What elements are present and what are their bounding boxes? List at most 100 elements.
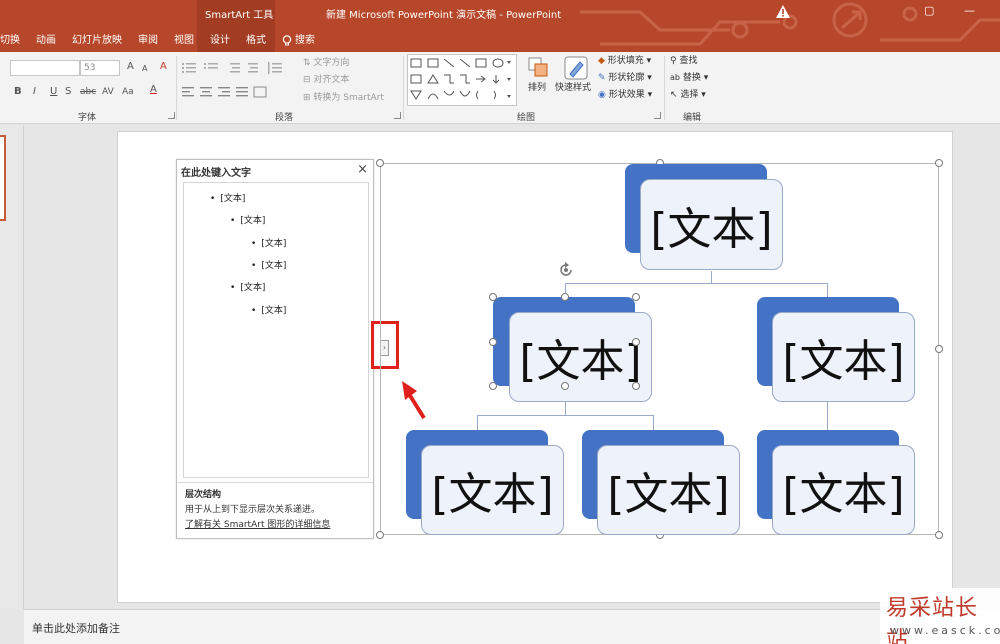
shape-outline-button[interactable]: ✎ 形状轮廓 ▾	[598, 71, 652, 85]
smartart-text-pane[interactable]: 在此处键入文字 × [文本] [文本] [文本] [文本] [文本] [文本] …	[176, 159, 374, 539]
font-size-field[interactable]: 53	[80, 60, 120, 76]
connector-line	[477, 415, 653, 416]
font-dialog-launcher-icon[interactable]	[168, 112, 175, 119]
tab-view[interactable]: 视图	[166, 30, 202, 52]
shape-fill-button[interactable]: ◆ 形状填充 ▾	[598, 54, 651, 68]
tab-format[interactable]: 格式	[238, 30, 274, 52]
shrink-font-icon[interactable]: A	[142, 62, 147, 76]
align-text-button[interactable]: ⊟ 对齐文本	[303, 73, 349, 87]
list-item[interactable]: [文本]	[251, 258, 286, 271]
shape-effects-button[interactable]: ◉ 形状效果 ▾	[598, 88, 652, 102]
node-text[interactable]: [文本]	[640, 179, 783, 270]
drawing-dialog-launcher-icon[interactable]	[654, 112, 661, 119]
notes-pane[interactable]: 单击此处添加备注	[24, 609, 1000, 644]
group-separator	[403, 56, 404, 120]
tab-design[interactable]: 设计	[202, 30, 238, 52]
group-separator	[664, 56, 665, 120]
node-resize-handle[interactable]	[632, 338, 640, 346]
align-buttons-icon[interactable]	[182, 86, 292, 98]
list-item[interactable]: [文本]	[230, 213, 265, 226]
text-pane-list[interactable]: [文本] [文本] [文本] [文本] [文本] [文本]	[183, 182, 369, 478]
list-item[interactable]: [文本]	[251, 303, 286, 316]
list-buttons-icon[interactable]	[182, 61, 292, 75]
shapes-gallery[interactable]	[407, 54, 517, 106]
underline-button[interactable]: U	[50, 85, 57, 99]
node-resize-handle[interactable]	[489, 382, 497, 390]
slide-thumbnail[interactable]	[0, 135, 6, 221]
tab-slideshow[interactable]: 幻灯片放映	[64, 30, 130, 52]
search-icon: ⚲	[670, 56, 677, 66]
grow-font-icon[interactable]: A	[127, 60, 134, 74]
bold-button[interactable]: B	[14, 85, 22, 99]
clear-format-icon[interactable]: A	[160, 60, 167, 74]
node-text[interactable]: [文本]	[772, 312, 915, 402]
node-resize-handle[interactable]	[561, 293, 569, 301]
find-button[interactable]: ⚲ 查找	[670, 54, 697, 68]
node-text[interactable]: [文本]	[421, 445, 564, 535]
shapes-gallery-icon	[410, 58, 511, 100]
node-resize-handle[interactable]	[489, 338, 497, 346]
layout-info: 层次结构 用于从上到下显示层次关系递进。 了解有关 SmartArt 图形的详细…	[177, 482, 373, 538]
tab-animations[interactable]: 动画	[28, 30, 64, 52]
node-resize-handle[interactable]	[632, 382, 640, 390]
rotate-handle-icon[interactable]	[556, 260, 576, 280]
group-separator	[176, 56, 177, 120]
resize-handle[interactable]	[935, 531, 943, 539]
layout-description: 用于从上到下显示层次关系递进。	[185, 505, 321, 515]
resize-handle[interactable]	[376, 531, 384, 539]
connector-line	[653, 415, 654, 430]
tab-search[interactable]: 搜索	[274, 30, 323, 52]
list-item[interactable]: [文本]	[210, 191, 245, 204]
watermark-url: www.easck.com	[890, 624, 1000, 637]
node-text[interactable]: [文本]	[772, 445, 915, 535]
font-name-field[interactable]	[10, 60, 80, 76]
restore-ribbon-icon[interactable]: ▢	[924, 4, 934, 17]
title-bar: SmartArt 工具 新建 Microsoft PowerPoint 演示文稿…	[0, 0, 1000, 52]
replace-button[interactable]: ab 替换 ▾	[670, 71, 708, 85]
smartart-tools-label: SmartArt 工具	[205, 10, 274, 21]
node-text[interactable]: [文本]	[597, 445, 740, 535]
search-label: 搜索	[295, 35, 315, 46]
ribbon: 53 A A A B I U S abc AV Aa A 字体 ⇅ 文字方向 ⊟…	[0, 52, 1000, 124]
node-resize-handle[interactable]	[632, 293, 640, 301]
notes-placeholder: 单击此处添加备注	[32, 622, 120, 635]
node-text[interactable]: [文本]	[509, 312, 652, 402]
connector-line	[711, 271, 712, 283]
change-case-button[interactable]: Aa	[122, 85, 134, 99]
quick-styles-icon[interactable]	[563, 55, 589, 81]
arrange-button[interactable]: 排列	[528, 81, 546, 95]
group-label-drawing: 绘图	[517, 113, 536, 123]
learn-more-link[interactable]: 了解有关 SmartArt 图形的详细信息	[185, 517, 330, 530]
connector-line	[827, 402, 828, 430]
quick-styles-button[interactable]: 快速样式	[555, 81, 591, 95]
text-direction-button[interactable]: ⇅ 文字方向	[303, 56, 349, 70]
connector-line	[477, 415, 478, 430]
shadow-button[interactable]: S	[65, 85, 71, 99]
resize-handle[interactable]	[376, 159, 384, 167]
arrange-icon[interactable]	[527, 56, 551, 82]
resize-handle[interactable]	[935, 159, 943, 167]
font-color-button[interactable]: A	[150, 83, 157, 97]
list-item[interactable]: [文本]	[230, 280, 265, 293]
group-label-font: 字体	[78, 113, 97, 123]
lightbulb-icon	[282, 35, 292, 46]
select-button[interactable]: ↖ 选择 ▾	[670, 88, 706, 102]
minimize-icon[interactable]: —	[964, 4, 975, 17]
group-label-editing: 编辑	[683, 113, 702, 123]
list-item[interactable]: [文本]	[251, 236, 286, 249]
italic-button[interactable]: I	[33, 85, 36, 99]
strikethrough-button[interactable]: abc	[80, 85, 96, 99]
resize-handle[interactable]	[935, 345, 943, 353]
convert-smartart-button[interactable]: ⊞ 转换为 SmartArt	[303, 91, 384, 105]
tab-transitions[interactable]: 切换	[0, 30, 28, 52]
char-spacing-button[interactable]: AV	[102, 85, 114, 99]
node-resize-handle[interactable]	[561, 382, 569, 390]
close-icon[interactable]: ×	[357, 162, 368, 177]
warning-icon[interactable]	[776, 5, 790, 18]
tab-review[interactable]: 审阅	[130, 30, 166, 52]
connector-line	[565, 283, 827, 284]
layout-title: 层次结构	[185, 490, 222, 500]
connector-line	[565, 402, 566, 416]
node-resize-handle[interactable]	[489, 293, 497, 301]
paragraph-dialog-launcher-icon[interactable]	[394, 112, 401, 119]
